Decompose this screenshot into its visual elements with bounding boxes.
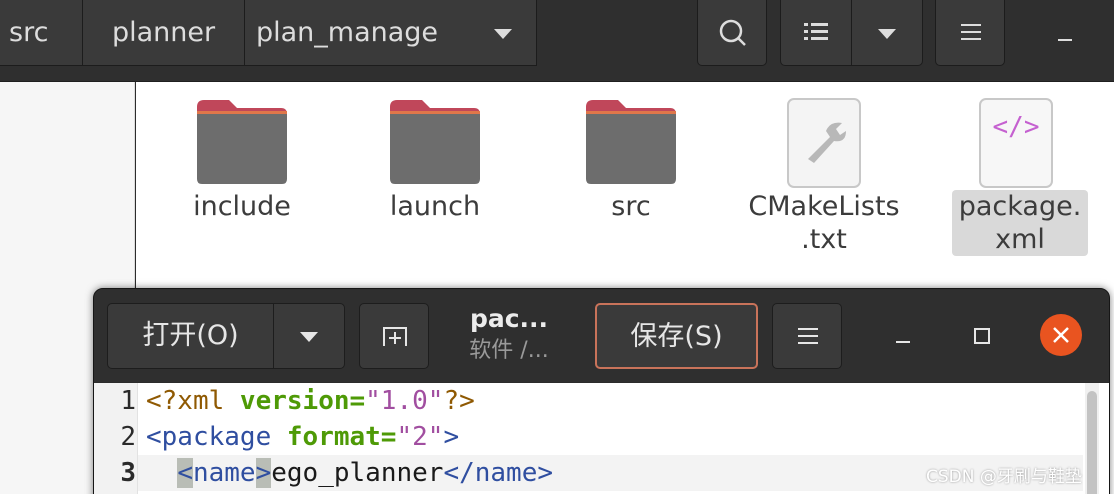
- new-tab-icon: [383, 327, 407, 346]
- line-number-gutter: 1 2 3: [94, 383, 138, 494]
- minimize-icon: [896, 341, 910, 343]
- vertical-scrollbar[interactable]: [1085, 383, 1099, 494]
- bracket-match-close: >: [255, 458, 272, 488]
- new-tab-button[interactable]: [359, 303, 429, 369]
- tag-close-bracket: >: [443, 422, 460, 452]
- document-title: pac...: [469, 304, 549, 333]
- file-item-launch[interactable]: launch: [355, 82, 515, 272]
- line-number: 2: [120, 422, 136, 452]
- watermark: CSDN @牙刷与鞋垫: [926, 467, 1082, 487]
- editor-maximize-button[interactable]: [957, 311, 1007, 361]
- list-view-button[interactable]: [781, 0, 851, 66]
- close-icon: [1053, 327, 1069, 343]
- code-line-2: <package format="2">: [146, 419, 459, 455]
- open-button-group: 打开(O): [107, 303, 345, 369]
- line-number-current: 3: [120, 458, 136, 488]
- search-icon: [719, 19, 746, 46]
- folder-icon: [390, 100, 480, 184]
- view-menu-chevron-down-icon[interactable]: [852, 0, 922, 66]
- editor-close-button[interactable]: [1040, 314, 1082, 356]
- maximize-icon: [974, 328, 990, 344]
- xml-icon-label: </>: [992, 112, 1040, 142]
- bracket-match-open: <: [177, 458, 193, 488]
- tag-end: </name>: [443, 458, 554, 488]
- list-view-icon: [804, 23, 828, 40]
- breadcrumb-plan-manage[interactable]: plan_manage: [245, 0, 449, 66]
- tag-open: <package: [146, 422, 287, 452]
- hamburger-icon: [961, 24, 981, 40]
- xml-declaration-open: <?xml: [146, 386, 240, 416]
- file-name-selected: package. xml: [952, 190, 1088, 256]
- hamburger-icon: [798, 328, 818, 344]
- file-name: include: [193, 191, 291, 222]
- element-text: ego_planner: [271, 458, 444, 488]
- file-name: launch: [389, 191, 481, 222]
- file-item-package-xml[interactable]: </> package. xml: [936, 82, 1096, 272]
- folder-icon: [197, 100, 287, 184]
- document-title-block: pac... 软件 /...: [444, 303, 574, 369]
- file-item-include[interactable]: include: [162, 82, 322, 272]
- view-options-group: [780, 0, 923, 66]
- file-item-cmakelists[interactable]: CMakeLists .txt: [744, 82, 904, 272]
- minimize-icon: [1058, 39, 1072, 41]
- hamburger-menu-button[interactable]: [935, 0, 1005, 66]
- attribute-value: "1.0": [365, 386, 444, 416]
- file-item-src[interactable]: src: [551, 82, 711, 272]
- folder-icon: [586, 100, 676, 184]
- file-manager-header: src planner plan_manage: [0, 0, 1114, 82]
- breadcrumb-planner[interactable]: planner: [83, 0, 245, 66]
- breadcrumb-src[interactable]: src: [0, 0, 83, 66]
- editor-headerbar: 打开(O) pac... 软件 /... 保存(S): [94, 289, 1109, 382]
- file-name: CMakeLists .txt: [748, 191, 900, 255]
- xml-declaration-close: ?>: [443, 386, 475, 416]
- minimize-button[interactable]: [1040, 12, 1090, 62]
- code-line-1: <?xml version="1.0"?>: [146, 383, 475, 419]
- scrollbar-thumb[interactable]: [1087, 391, 1097, 494]
- search-button[interactable]: [697, 0, 767, 66]
- line-number: 1: [120, 386, 136, 416]
- attribute-name: format=: [286, 422, 397, 452]
- attribute-value: "2": [396, 422, 444, 452]
- editor-minimize-button[interactable]: [878, 311, 928, 361]
- recent-files-chevron-down-icon[interactable]: [274, 304, 344, 368]
- cmake-file-icon: [787, 98, 861, 188]
- xml-file-icon: [979, 98, 1053, 188]
- save-button[interactable]: 保存(S): [595, 303, 758, 369]
- open-button[interactable]: 打开(O): [108, 304, 274, 368]
- code-line-3: <name>ego_planner</name>: [146, 455, 553, 491]
- tag-name: name: [192, 458, 256, 488]
- desktop: src planner plan_manage include launch s…: [0, 0, 1114, 494]
- editor-menu-button[interactable]: [772, 303, 842, 369]
- file-name: src: [611, 191, 651, 222]
- attribute-name: version=: [239, 386, 366, 416]
- path-menu-chevron-down-icon[interactable]: [483, 0, 523, 66]
- document-path: 软件 /...: [469, 338, 549, 363]
- path-bar: src planner plan_manage: [0, 0, 537, 66]
